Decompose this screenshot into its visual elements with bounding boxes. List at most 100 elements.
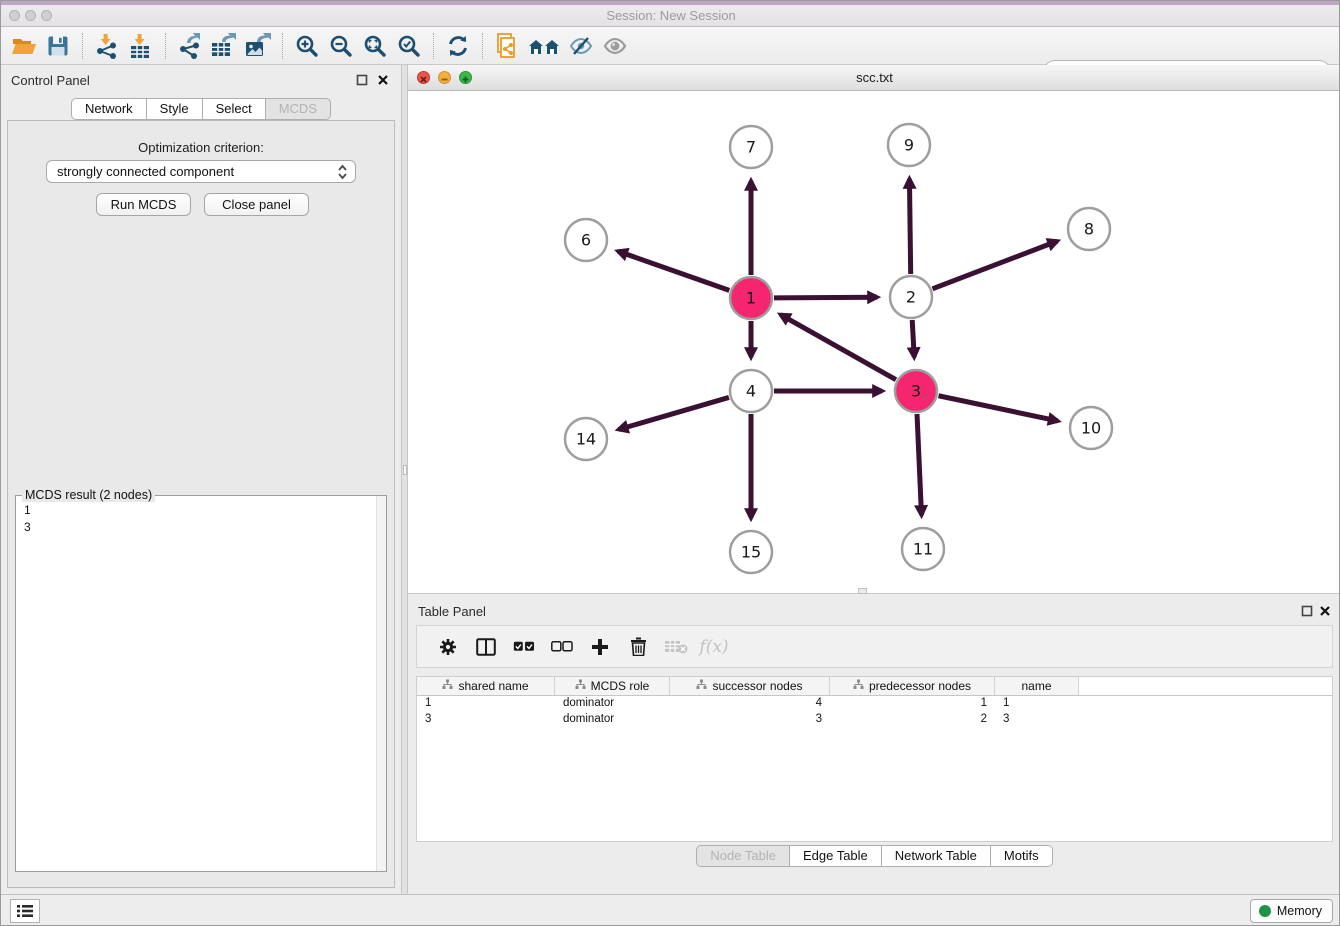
edge-3-11[interactable]: [917, 414, 921, 515]
column-header-label: predecessor nodes: [869, 679, 971, 693]
table-cell: 3: [995, 712, 1079, 728]
fx-label: f(x): [699, 637, 728, 657]
toolbar-separator: [482, 33, 483, 59]
network-title: scc.txt: [408, 65, 1340, 91]
tab-network-table[interactable]: Network Table: [882, 845, 991, 867]
chevron-up-down-icon: [337, 164, 348, 180]
export-table-icon[interactable]: [207, 31, 241, 61]
tab-edge-table[interactable]: Edge Table: [790, 845, 882, 867]
zoom-in-icon[interactable]: [290, 31, 324, 61]
column-layout-icon[interactable]: [467, 631, 505, 663]
table-cell: 3: [417, 712, 555, 728]
edge-2-8[interactable]: [932, 241, 1057, 289]
column-header-name[interactable]: name: [995, 677, 1079, 695]
optimization-criterion-select[interactable]: strongly connected component: [46, 160, 356, 183]
network-window-titlebar: scc.txt: [408, 65, 1340, 91]
table-cell: 2: [830, 712, 995, 728]
node-label-14: 14: [576, 430, 596, 449]
open-session-icon[interactable]: [7, 31, 41, 61]
table-cell: 3: [670, 712, 830, 728]
delete-column-icon[interactable]: [619, 631, 657, 663]
horizontal-splitter-grip[interactable]: [858, 588, 867, 594]
tab-node-table[interactable]: Node Table: [696, 845, 790, 867]
control-panel-tabs: Network Style Select MCDS: [1, 98, 401, 120]
table-cell: 4: [670, 696, 830, 712]
node-table[interactable]: shared name MCDS role successor nodes prede…: [416, 676, 1333, 842]
table-tabs: Node Table Edge Table Network Table Moti…: [408, 845, 1340, 867]
run-mcds-button[interactable]: Run MCDS: [96, 193, 191, 216]
memory-button[interactable]: Memory: [1250, 899, 1333, 923]
export-network-icon[interactable]: [173, 31, 207, 61]
node-label-10: 10: [1081, 419, 1101, 438]
column-header-label: MCDS role: [591, 679, 650, 693]
table-cell: 1: [830, 696, 995, 712]
close-table-panel-icon[interactable]: [1319, 605, 1331, 617]
select-all-icon[interactable]: [505, 631, 543, 663]
mcds-result-box: MCDS result (2 nodes) 13: [15, 495, 387, 872]
edge-2-3[interactable]: [912, 320, 914, 357]
tab-select[interactable]: Select: [203, 98, 266, 120]
memory-status-icon: [1259, 905, 1271, 917]
status-bar: Memory: [1, 894, 1340, 926]
zoom-fit-icon[interactable]: [358, 31, 392, 61]
toolbar-separator: [82, 33, 83, 59]
tab-style[interactable]: Style: [147, 98, 203, 120]
import-network-icon[interactable]: [90, 31, 124, 61]
edge-3-1[interactable]: [781, 315, 896, 380]
table-row[interactable]: 1dominator411: [417, 696, 1332, 712]
tab-mcds[interactable]: MCDS: [266, 98, 331, 120]
save-session-icon[interactable]: [41, 31, 75, 61]
deselect-all-icon[interactable]: [543, 631, 581, 663]
list-icon: [16, 904, 34, 918]
zoom-selected-icon[interactable]: [392, 31, 426, 61]
node-label-8: 8: [1084, 220, 1094, 239]
memory-label: Memory: [1277, 904, 1322, 918]
first-neighbors-icon[interactable]: [524, 31, 564, 61]
float-table-panel-icon[interactable]: [1301, 605, 1313, 617]
table-toolbar: f(x): [416, 625, 1333, 668]
close-panel-icon[interactable]: [377, 74, 389, 86]
show-all-icon[interactable]: [598, 31, 632, 61]
window-titlebar: Session: New Session: [1, 1, 1340, 27]
edge-4-14[interactable]: [619, 397, 729, 429]
node-label-2: 2: [906, 288, 916, 307]
toolbar-separator: [282, 33, 283, 59]
add-column-icon[interactable]: [581, 631, 619, 663]
table-cell: 1: [995, 696, 1079, 712]
vertical-splitter[interactable]: [401, 65, 408, 894]
table-body: 1dominator4113dominator323: [417, 696, 1332, 728]
function-builder-icon: f(x): [695, 631, 733, 663]
close-panel-button[interactable]: Close panel: [204, 193, 309, 216]
cytoscape-window: Session: New Session: [0, 0, 1340, 926]
task-history-button[interactable]: [10, 899, 40, 923]
tree-sort-icon: [696, 679, 707, 693]
node-label-7: 7: [746, 138, 756, 157]
table-row[interactable]: 3dominator323: [417, 712, 1332, 728]
column-header-label: name: [1021, 679, 1051, 693]
export-image-icon[interactable]: [241, 31, 275, 61]
result-line: 1: [24, 502, 360, 519]
edge-1-2[interactable]: [774, 297, 877, 298]
clone-network-icon[interactable]: [490, 31, 524, 61]
refresh-icon[interactable]: [441, 31, 475, 61]
edge-1-6[interactable]: [618, 251, 729, 290]
hide-selected-icon[interactable]: [564, 31, 598, 61]
table-settings-icon[interactable]: [429, 631, 467, 663]
column-header-predecessor-nodes[interactable]: predecessor nodes: [830, 677, 995, 695]
tab-motifs[interactable]: Motifs: [991, 845, 1053, 867]
network-canvas[interactable]: 7968124314101511: [408, 91, 1340, 594]
splitter-grip[interactable]: [403, 465, 407, 475]
float-panel-icon[interactable]: [356, 74, 368, 86]
edge-3-10[interactable]: [939, 396, 1058, 421]
node-label-3: 3: [911, 382, 921, 401]
column-header-shared-name[interactable]: shared name: [417, 677, 555, 695]
tab-network[interactable]: Network: [71, 98, 147, 120]
main-toolbar: [1, 27, 1340, 65]
import-table-icon[interactable]: [124, 31, 158, 61]
zoom-out-icon[interactable]: [324, 31, 358, 61]
result-scrollbar[interactable]: [376, 496, 386, 871]
column-header-MCDS-role[interactable]: MCDS role: [555, 677, 670, 695]
edge-2-9[interactable]: [909, 179, 910, 274]
column-header-successor-nodes[interactable]: successor nodes: [670, 677, 830, 695]
table-header-row: shared name MCDS role successor nodes prede…: [417, 677, 1332, 696]
